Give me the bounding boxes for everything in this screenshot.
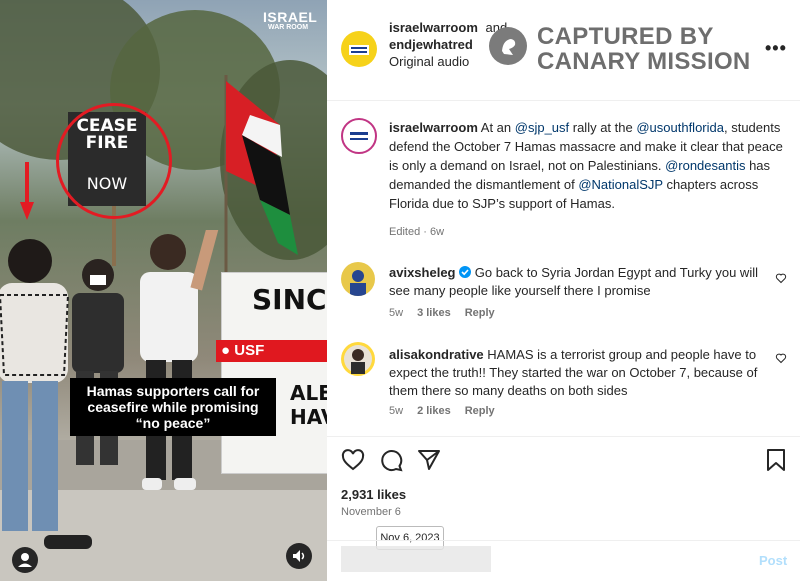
location-tag-text: USF [234, 342, 265, 359]
video-caption-line: “no peace” [135, 415, 211, 431]
actions-divider [327, 436, 800, 437]
location-pin-icon: ● [221, 342, 231, 359]
post-panel: israelwarroom and endjewhatred Original … [327, 0, 800, 581]
comment-likes-link[interactable]: 2 likes [417, 405, 451, 417]
mention-link[interactable]: @sjp_usf [515, 120, 569, 135]
comment-likes-link[interactable]: 3 likes [417, 307, 451, 319]
mention-link[interactable]: @usouthflorida [636, 120, 724, 135]
like-heart-icon[interactable] [341, 448, 365, 472]
reel-video[interactable]: CEASE FIRE NOW SINCE ALEST HAVE ● USF Ha… [0, 0, 327, 581]
highlight-circle [56, 103, 172, 219]
comment-time: 5w [389, 307, 404, 319]
canary-watermark-line-2: CANARY MISSION [537, 48, 751, 75]
verified-badge-icon [459, 266, 472, 278]
video-caption-line: Hamas supporters call for [86, 383, 260, 399]
banner-fragment-2: HAVE [290, 405, 327, 429]
post-date[interactable]: November 6 [341, 506, 401, 518]
comment-input[interactable] [341, 546, 491, 572]
caption-text: rally at the [569, 120, 637, 135]
video-caption-box: Hamas supporters call for ceasefire whil… [70, 378, 276, 436]
comment-input-divider [327, 540, 800, 541]
canary-watermark-line-1: CAPTURED BY [537, 23, 714, 50]
comment-username[interactable]: avixsheleg [389, 265, 456, 280]
location-tag: ● USF [216, 340, 327, 362]
comment-meta: 5w 2 likes Reply [389, 405, 509, 417]
comment-time: 5w [389, 405, 404, 417]
comment-bubble-icon[interactable] [379, 448, 403, 472]
protester-in-white [140, 230, 220, 490]
comment-avatar[interactable] [341, 262, 375, 296]
comment-reply-button[interactable]: Reply [465, 307, 495, 319]
comment-reply-button[interactable]: Reply [465, 405, 495, 417]
logo-line-1: ISRAEL [263, 9, 318, 25]
banner-fragment-1: ALEST [290, 381, 327, 405]
header-divider [327, 100, 800, 101]
caption-text: At an [477, 120, 515, 135]
mention-link[interactable]: @NationalSJP [578, 177, 663, 192]
user-avatar-icon [344, 345, 372, 374]
palestinian-flag [224, 75, 298, 275]
comment-item: avixsheleg Go back to Syria Jordan Egypt… [389, 264, 767, 300]
canary-bird-icon [489, 27, 527, 65]
comment-meta: 5w 3 likes Reply [389, 307, 509, 319]
comment-like-heart-icon[interactable] [775, 352, 787, 364]
comment-like-heart-icon[interactable] [775, 272, 787, 284]
header-username-1[interactable]: israelwarroom [389, 20, 478, 35]
logo-line-2: WAR ROOM [267, 24, 309, 31]
caption-username[interactable]: israelwarroom [389, 120, 478, 135]
audio-toggle-button[interactable] [286, 543, 312, 569]
comment-avatar[interactable] [341, 342, 375, 376]
red-arrow-icon [20, 162, 34, 220]
comment-item: alisakondrative HAMAS is a terrorist gro… [389, 346, 767, 400]
banner-text: SINCE [252, 283, 327, 316]
caption-meta: Edited · 6w [389, 226, 445, 238]
canary-watermark-text: CAPTURED BY CANARY MISSION [537, 24, 767, 74]
bookmark-save-icon[interactable] [765, 448, 787, 472]
video-caption-line: ceasefire while promising [87, 399, 259, 415]
more-horizontal-icon: ••• [765, 38, 787, 58]
israel-war-room-avatar-icon [346, 123, 372, 149]
user-avatar-icon [350, 270, 366, 296]
user-icon [18, 553, 32, 567]
caption-avatar[interactable] [341, 118, 377, 154]
mention-link[interactable]: @rondesantis [665, 158, 745, 173]
more-options-button[interactable]: ••• [765, 38, 787, 59]
comment-username[interactable]: alisakondrative [389, 347, 484, 362]
speaker-icon [293, 550, 305, 562]
tagged-users-button[interactable] [12, 547, 38, 573]
header-avatar[interactable] [341, 31, 377, 67]
banner-fragment: ALEST HAVE [290, 381, 327, 429]
post-caption: israelwarroom At an @sjp_usf rally at th… [389, 118, 789, 213]
post-comment-button[interactable]: Post [759, 553, 787, 568]
header-username-2[interactable]: endjewhatred [389, 37, 473, 52]
protest-banner: SINCE ALEST HAVE [221, 272, 327, 474]
israel-war-room-avatar-icon [349, 45, 369, 55]
israel-war-room-logo: ISRAEL WAR ROOM [263, 9, 318, 31]
share-send-icon[interactable] [417, 448, 441, 472]
likes-count[interactable]: 2,931 likes [341, 487, 406, 502]
